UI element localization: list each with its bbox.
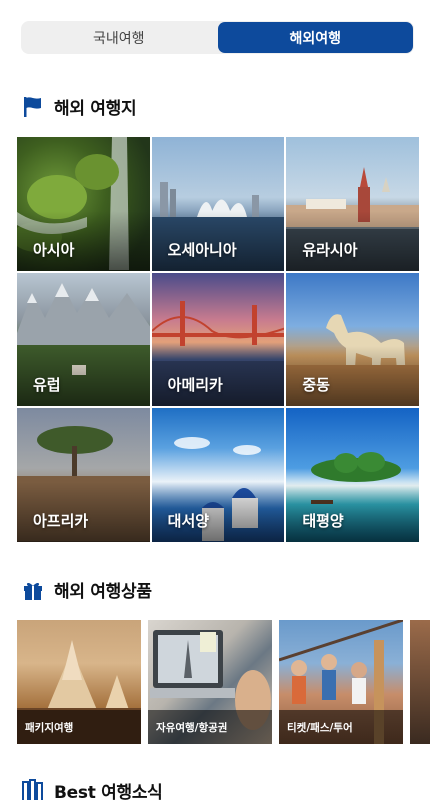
flag-icon [22,95,44,119]
destination-tile-europe[interactable]: 유럽 [17,272,150,407]
books-icon [22,778,44,800]
destination-label: 아시아 [33,240,75,259]
destination-label: 유라시아 [302,240,358,259]
destination-label: 태평양 [302,512,344,530]
product-label: 패키지여행 [17,710,141,744]
news-section-header: Best 여행소식 [22,778,163,800]
destination-tile-asia[interactable]: 아시아 [17,137,150,271]
news-section-title: Best 여행소식 [54,783,163,800]
product-carousel[interactable]: 패키지여행 자유여행/항공권 티켓/패스/투어 [17,620,436,744]
destination-tile-eurasia[interactable]: 유라시아 [286,137,419,271]
destination-label: 유럽 [33,376,61,395]
destination-tile-oceania[interactable]: 오세아니아 [151,137,285,271]
product-label: 티켓/패스/투어 [279,710,403,744]
destination-label: 오세아니아 [167,240,237,259]
product-card-package[interactable]: 패키지여행 [17,620,141,744]
product-card-ticket[interactable]: 티켓/패스/투어 [279,620,403,744]
destination-grid: 아시아 오세아니아 유라시아 유럽 아메리카 중동 아프리카 대서양 태평양 [17,137,419,542]
tab-overseas[interactable]: 해외여행 [217,22,413,53]
destinations-section-header: 해외 여행지 [22,94,137,119]
destination-tile-america[interactable]: 아메리카 [151,272,285,407]
destination-tile-middleeast[interactable]: 중동 [286,272,419,407]
destination-label: 아프리카 [33,512,89,530]
destination-label: 대서양 [167,512,210,530]
destination-tile-pacific[interactable]: 태평양 [286,408,419,542]
travel-type-tabs: 국내여행 해외여행 [21,21,414,54]
product-card-partial[interactable] [410,620,430,744]
products-section-header: 해외 여행상품 [22,577,152,602]
destination-tile-atlantic[interactable]: 대서양 [151,408,285,542]
products-section-title: 해외 여행상품 [54,582,152,602]
product-card-free-travel[interactable]: 자유여행/항공권 [148,620,272,744]
destination-label: 중동 [302,376,330,395]
destinations-section-title: 해외 여행지 [54,99,137,119]
product-label: 자유여행/항공권 [148,710,272,744]
destination-tile-africa[interactable]: 아프리카 [17,408,150,542]
destination-label: 아메리카 [167,376,223,395]
gift-icon [22,578,44,602]
tab-domestic[interactable]: 국내여행 [21,21,217,54]
